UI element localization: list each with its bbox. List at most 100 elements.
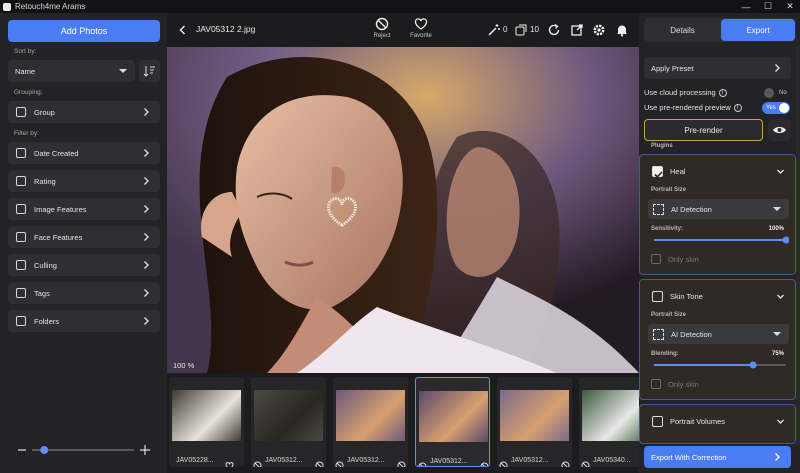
filter-checkbox[interactable]	[16, 204, 26, 214]
info-icon[interactable]: i	[733, 104, 742, 113]
filter-tags[interactable]: Tags	[8, 282, 160, 304]
sort-by-label: Sort by:	[14, 48, 37, 55]
app-logo-icon	[3, 2, 11, 11]
reject-icon[interactable]	[499, 457, 508, 467]
filter-checkbox[interactable]	[16, 232, 26, 242]
heart-icon[interactable]	[225, 457, 234, 467]
back-arrow-icon[interactable]	[176, 23, 190, 37]
sort-select[interactable]: Name	[8, 60, 135, 82]
filter-checkbox[interactable]	[16, 148, 26, 158]
export-label: Export With Correction	[651, 452, 727, 462]
filter-checkbox[interactable]	[16, 316, 26, 326]
grouping-label: Grouping:	[14, 89, 43, 96]
maximize-button[interactable]: ☐	[757, 0, 779, 13]
preview-toggle-button[interactable]	[768, 119, 791, 141]
batch-stack-icon[interactable]	[514, 23, 528, 37]
filter-label: Date Created	[34, 148, 79, 158]
thumbnail-size-slider[interactable]	[18, 443, 152, 457]
magic-wand-icon[interactable]	[487, 23, 501, 37]
plugins-label: Plugins	[651, 143, 673, 149]
slider-knob	[40, 446, 49, 454]
filmstrip: JAV05228... JAV05312... JAV05312... JAV0531…	[167, 373, 639, 473]
heart-icon[interactable]	[414, 17, 428, 31]
portrait-size-label: Portrait Size	[651, 312, 687, 318]
filter-label: Face Features	[34, 232, 83, 242]
reject-icon[interactable]	[375, 17, 389, 31]
refresh-icon[interactable]	[547, 23, 561, 37]
ai-detection-icon	[653, 203, 664, 215]
filter-folders[interactable]: Folders	[8, 310, 160, 332]
param-label: Blending:	[651, 351, 679, 357]
filter-checkbox[interactable]	[16, 260, 26, 270]
filmstrip-thumb[interactable]: JAV05312...	[251, 377, 326, 467]
portrait-size-select[interactable]: AI Detection	[648, 199, 789, 219]
filmstrip-thumb[interactable]: JAV05228...	[169, 377, 244, 467]
right-panel-scrollbar[interactable]	[796, 45, 800, 445]
portrait-photo	[167, 47, 639, 373]
photo-preview[interactable]	[167, 47, 639, 373]
filmstrip-thumb[interactable]: JAV05340...	[579, 377, 639, 467]
filter-checkbox[interactable]	[16, 176, 26, 186]
prerender-toggle-value: Yes	[766, 105, 776, 111]
filter-culling[interactable]: Culling	[8, 254, 160, 276]
param-slider[interactable]	[651, 236, 789, 244]
apply-preset-button[interactable]: Apply Preset	[644, 57, 791, 79]
zoom-in-icon	[140, 445, 150, 455]
only-skin-option[interactable]: Only skin	[651, 379, 699, 389]
plugin-checkbox[interactable]	[652, 166, 663, 178]
chevron-down-icon[interactable]	[776, 417, 785, 426]
pre-render-button[interactable]: Pre-render	[644, 119, 763, 141]
gear-icon[interactable]	[592, 23, 606, 37]
filter-image-features[interactable]: Image Features	[8, 198, 160, 220]
info-icon[interactable]: i	[718, 89, 727, 98]
reject-icon[interactable]	[397, 457, 406, 467]
plugin-checkbox[interactable]	[652, 416, 663, 427]
plugin-checkbox[interactable]	[652, 291, 663, 302]
tab-details[interactable]: Details	[645, 19, 720, 41]
group-checkbox[interactable]	[16, 107, 26, 117]
plugin-heal: Heal Portrait Size AI Detection Sensitivity…	[639, 154, 796, 275]
reject-icon[interactable]	[335, 457, 344, 467]
filter-date-created[interactable]: Date Created	[8, 142, 160, 164]
reject-icon[interactable]	[418, 458, 427, 466]
only-skin-checkbox[interactable]	[651, 379, 661, 389]
minimize-button[interactable]: —	[735, 0, 757, 13]
param-slider[interactable]	[651, 361, 789, 369]
thumbnail-image	[500, 390, 569, 441]
tab-export[interactable]: Export	[721, 19, 795, 41]
open-external-icon[interactable]	[570, 23, 584, 37]
group-row[interactable]: Group	[8, 101, 160, 123]
only-skin-option[interactable]: Only skin	[651, 254, 699, 264]
export-with-correction-button[interactable]: Export With Correction	[644, 446, 791, 468]
reject-icon[interactable]	[581, 457, 590, 467]
chevron-right-icon	[144, 177, 149, 185]
chevron-right-icon	[144, 261, 149, 269]
reject-icon[interactable]	[480, 458, 489, 466]
portrait-size-select[interactable]: AI Detection	[648, 324, 789, 344]
thumbnail-image	[419, 391, 488, 442]
filter-checkbox[interactable]	[16, 288, 26, 298]
chevron-down-icon[interactable]	[776, 167, 785, 176]
cloud-processing-toggle[interactable]: No	[763, 87, 791, 99]
eye-icon	[773, 127, 786, 133]
chevron-right-icon	[144, 205, 149, 213]
filmstrip-thumb[interactable]: JAV05312...	[333, 377, 408, 467]
filmstrip-thumb[interactable]: JAV05312...	[497, 377, 572, 467]
filmstrip-thumb[interactable]: JAV05312...	[415, 377, 490, 467]
reject-icon[interactable]	[561, 457, 570, 467]
add-photos-button[interactable]: Add Photos	[8, 20, 160, 42]
chevron-down-icon[interactable]	[776, 292, 785, 301]
filter-label: Folders	[34, 316, 60, 326]
reject-icon[interactable]	[253, 457, 262, 467]
close-button[interactable]: ✕	[779, 0, 800, 13]
reject-icon[interactable]	[315, 457, 324, 467]
chevron-right-icon	[144, 149, 149, 157]
sort-order-button[interactable]	[139, 60, 160, 82]
only-skin-checkbox[interactable]	[651, 254, 661, 264]
viewer-toolbar: JAV05312 2.jpg Reject Favorite 0 10	[167, 13, 639, 47]
plugin-skin-tone: Skin Tone Portrait Size AI Detection Blendi…	[639, 279, 796, 400]
filter-face-features[interactable]: Face Features	[8, 226, 160, 248]
filter-rating[interactable]: Rating	[8, 170, 160, 192]
bell-icon[interactable]	[615, 23, 629, 37]
pre-rendered-toggle[interactable]: Yes	[762, 102, 790, 114]
